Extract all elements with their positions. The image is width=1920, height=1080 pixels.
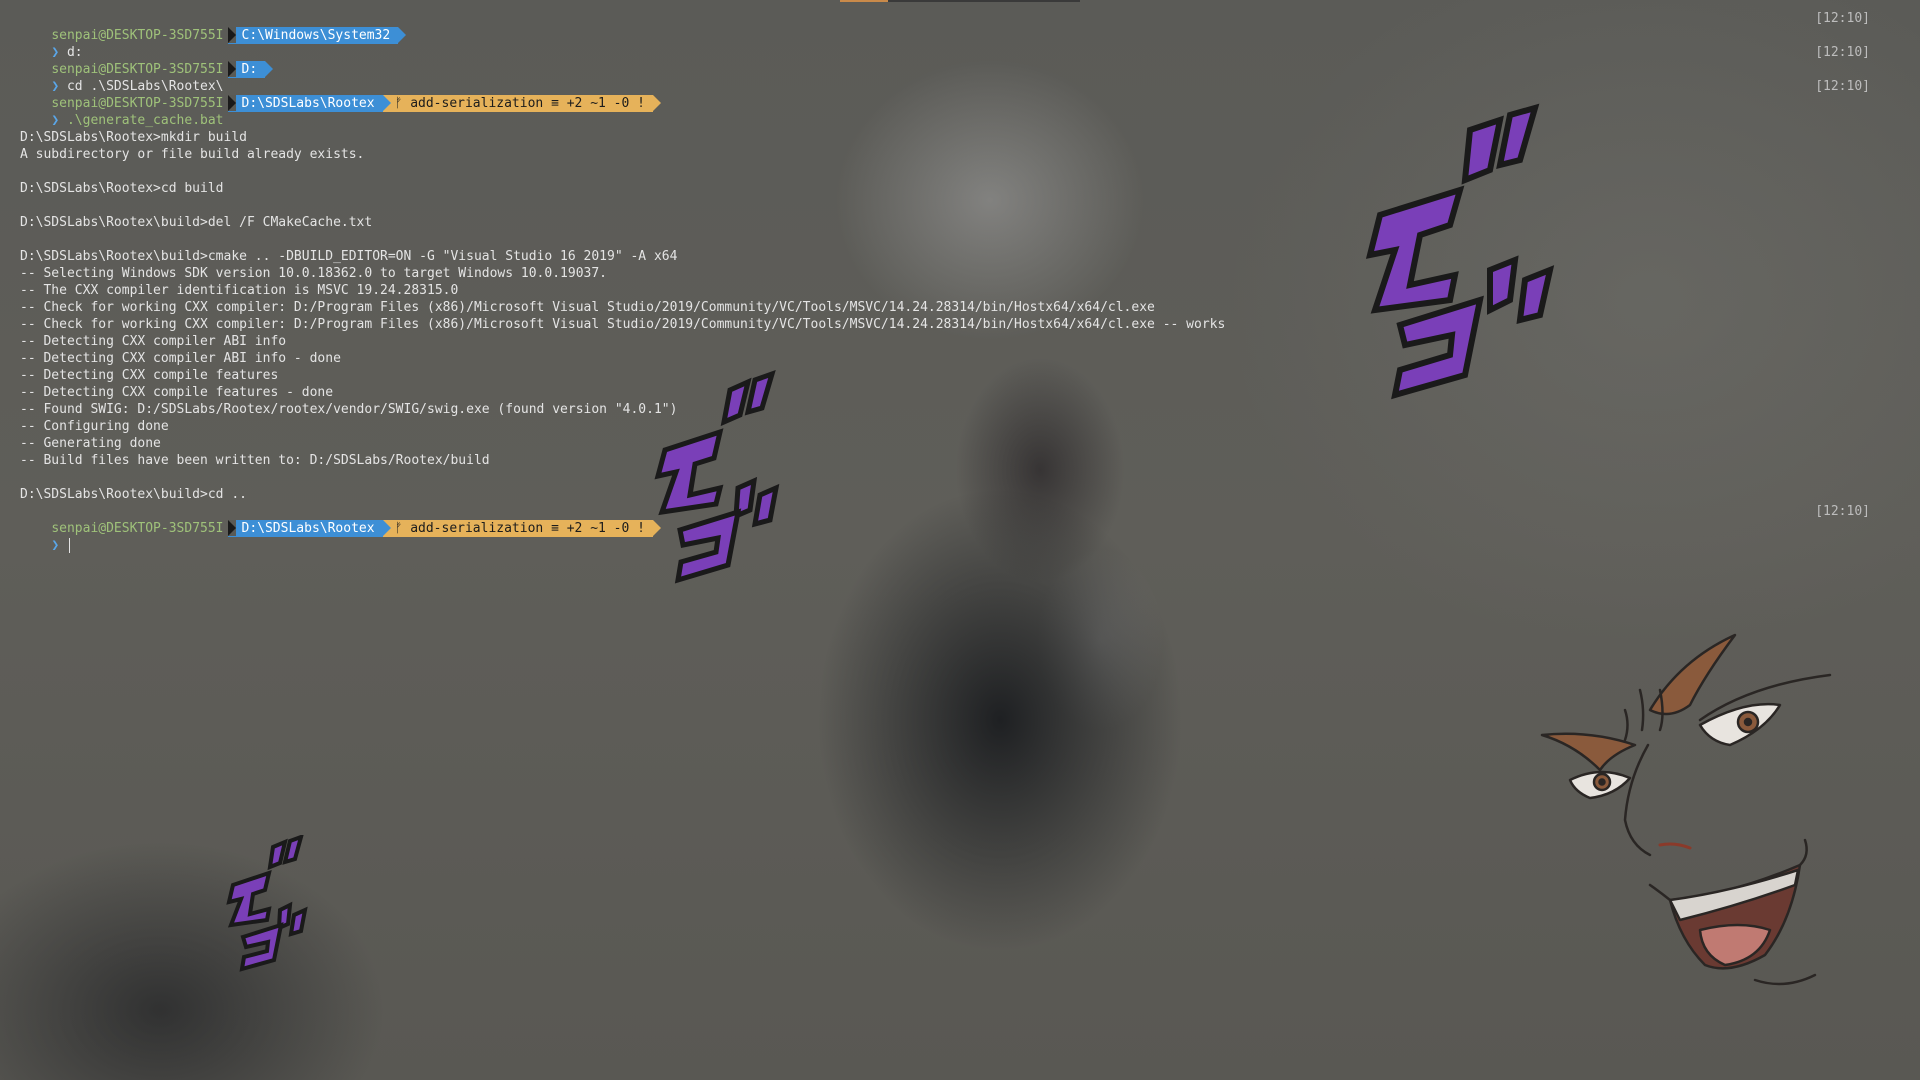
- menacing-go-symbols-icon: [1365, 103, 1555, 400]
- active-tab-indicator: [840, 0, 888, 2]
- output-line: -- Detecting CXX compiler ABI info: [20, 334, 287, 349]
- prompt-time: [12:10]: [1815, 45, 1870, 60]
- prompt-line: senpai@DESKTOP-3SD755I D:\SDSLabs\Rootex ᚠ…: [20, 503, 1880, 537]
- output-line: D:\SDSLabs\Rootex\build>cmake .. -DBUILD…: [20, 249, 678, 264]
- prompt-time: [12:10]: [1815, 11, 1870, 26]
- output-line: -- The CXX compiler identification is MS…: [20, 283, 459, 298]
- output-line: -- Found SWIG: D:/SDSLabs/Rootex/rootex/…: [20, 402, 678, 417]
- dio-face-illustration-icon: [1540, 633, 1832, 986]
- command-line: ❯ cd .\SDSLabs\Rootex\: [20, 61, 1880, 94]
- output-line: -- Check for working CXX compiler: D:/Pr…: [20, 317, 1226, 332]
- prompt-chevron-icon: ❯: [51, 538, 60, 553]
- text-cursor[interactable]: [68, 538, 70, 553]
- terminal-window[interactable]: senpai@DESKTOP-3SD755I C:\Windows\System3…: [20, 10, 1880, 553]
- output-line: D:\SDSLabs\Rootex>cd build: [20, 181, 224, 196]
- output-line: D:\SDSLabs\Rootex>mkdir build: [20, 130, 247, 145]
- command-line: ❯ d:: [20, 27, 1880, 60]
- tab-indicator-bar: [840, 0, 1080, 2]
- output-line: D:\SDSLabs\Rootex\build>del /F CMakeCach…: [20, 215, 373, 230]
- menacing-go-symbols-icon: [226, 835, 308, 972]
- output-line: A subdirectory or file build already exi…: [20, 147, 365, 162]
- output-line: -- Selecting Windows SDK version 10.0.18…: [20, 266, 607, 281]
- output-line: -- Detecting CXX compile features - done: [20, 385, 334, 400]
- output-line: -- Detecting CXX compiler ABI info - don…: [20, 351, 341, 366]
- output-line: -- Check for working CXX compiler: D:/Pr…: [20, 300, 1155, 315]
- prompt-time: [12:10]: [1815, 79, 1870, 94]
- output-line: -- Build files have been written to: D:/…: [20, 453, 490, 468]
- menacing-go-symbols-icon: [654, 370, 780, 584]
- command-line[interactable]: ❯: [20, 520, 1880, 553]
- prompt-line: senpai@DESKTOP-3SD755I D:\SDSLabs\Rootex ᚠ…: [20, 78, 1880, 112]
- prompt-line: senpai@DESKTOP-3SD755I C:\Windows\System3…: [20, 10, 1880, 44]
- output-line: D:\SDSLabs\Rootex\build>cd ..: [20, 487, 247, 502]
- output-line: -- Configuring done: [20, 419, 169, 434]
- output-line: -- Generating done: [20, 436, 161, 451]
- command-output: D:\SDSLabs\Rootex>mkdir build A subdirect…: [20, 112, 1880, 503]
- output-line: -- Detecting CXX compile features: [20, 368, 279, 383]
- command-line: ❯ .\generate_cache.bat: [20, 95, 1880, 128]
- prompt-line: senpai@DESKTOP-3SD755I D: [12:10]: [20, 44, 1880, 78]
- prompt-time: [12:10]: [1815, 504, 1870, 519]
